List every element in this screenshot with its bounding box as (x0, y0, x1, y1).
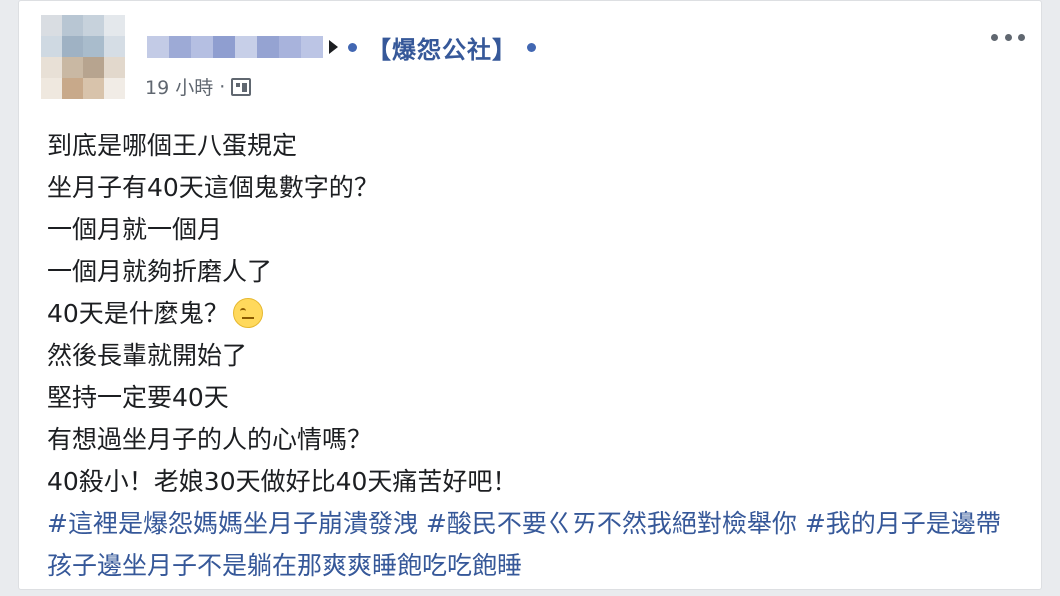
more-options-icon[interactable] (991, 31, 1025, 43)
post-line: 一個月就夠折磨人了 (47, 257, 273, 286)
group-privacy-icon[interactable] (231, 77, 252, 96)
post-line: 40殺小！老娘30天做好比40天痛苦好吧！ (47, 467, 518, 496)
post-line: 40天是什麼鬼？ (47, 299, 229, 328)
post-card: 【爆怨公社】 19 小時 · 到底是哪個王八蛋規定 坐月子有40天這個鬼數字的？… (18, 0, 1042, 590)
dot-separator (527, 42, 536, 52)
group-name-link[interactable]: 【爆怨公社】 (367, 30, 517, 65)
meta-separator: · (219, 75, 226, 98)
post-line: 有想過坐月子的人的心情嗎？ (47, 425, 373, 454)
post-line: 然後長輩就開始了 (47, 341, 248, 370)
hashtag-list: #這裡是爆怨媽媽坐月子崩潰發洩 #酸民不要ㄍㄞ不然我絕對檢舉你 #我的月子是邊帶… (47, 503, 1017, 587)
post-line: 到底是哪個王八蛋規定 (47, 131, 298, 160)
post-header: 【爆怨公社】 (147, 27, 546, 67)
post-line-with-emoji: 40天是什麼鬼？ (47, 293, 1027, 335)
dot-separator (348, 42, 357, 52)
author-name-blurred[interactable] (147, 34, 323, 60)
post-line: 坐月子有40天這個鬼數字的？ (47, 173, 379, 202)
post-line: 堅持一定要40天 (47, 383, 229, 412)
post-line: 一個月就一個月 (47, 215, 223, 244)
eye-roll-emoji-icon (232, 298, 263, 328)
hashtag-link[interactable]: #酸民不要ㄍㄞ不然我絕對檢舉你 (426, 509, 797, 538)
author-avatar[interactable] (41, 15, 125, 99)
hashtag-link[interactable]: #這裡是爆怨媽媽坐月子崩潰發洩 (47, 509, 418, 538)
caret-right-icon (329, 40, 338, 54)
post-meta: 19 小時 · (145, 73, 252, 100)
post-body: 到底是哪個王八蛋規定 坐月子有40天這個鬼數字的？ 一個月就一個月 一個月就夠折… (47, 125, 1027, 587)
post-timestamp[interactable]: 19 小時 (145, 73, 213, 100)
